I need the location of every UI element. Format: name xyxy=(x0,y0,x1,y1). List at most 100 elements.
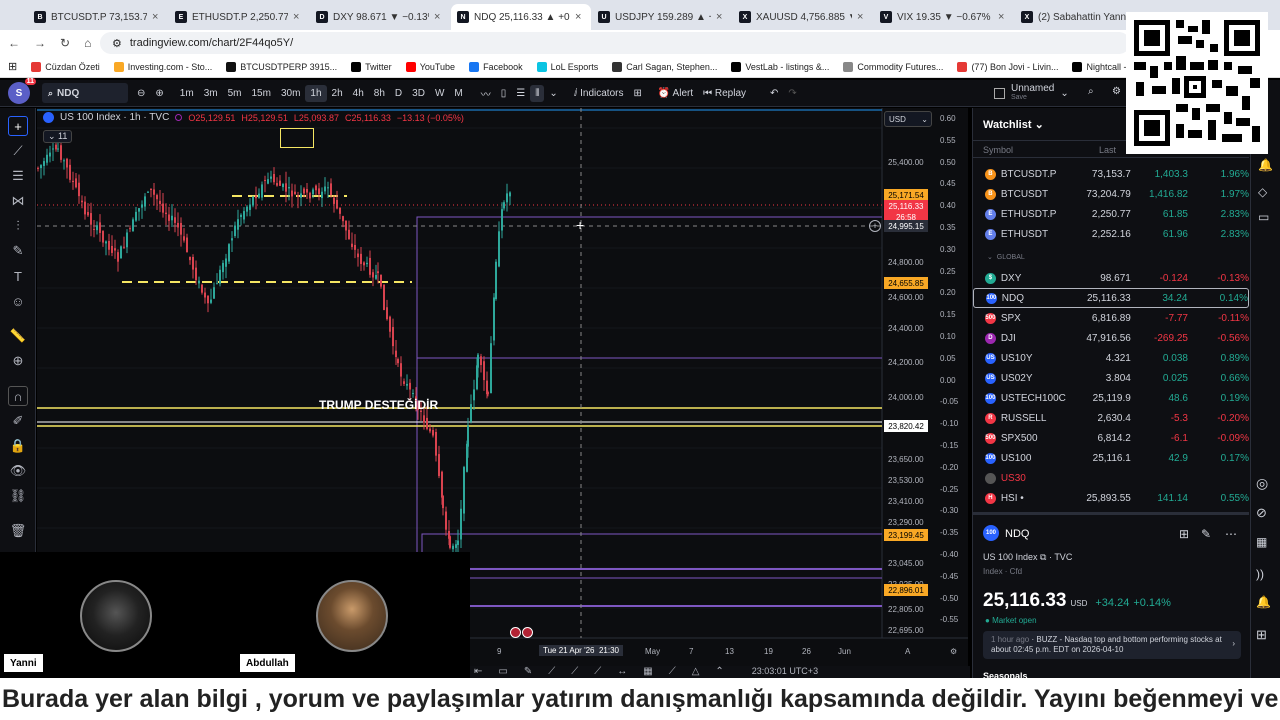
reload-icon[interactable]: ↻ xyxy=(60,36,70,50)
watchlist-row[interactable]: B BTCUSDT.P 73,153.7 1,403.3 1.96% xyxy=(973,164,1249,184)
forward-icon[interactable]: → xyxy=(34,36,46,50)
add-alert-icon[interactable]: + xyxy=(869,220,881,232)
bookmark-item[interactable]: VestLab - listings &... xyxy=(731,61,829,72)
col-symbol[interactable]: Symbol xyxy=(983,145,1013,155)
grid-icon[interactable]: ⊞ xyxy=(1179,527,1189,541)
magnet-icon[interactable]: ∩ xyxy=(8,386,28,406)
timeframe-3D[interactable]: 3D xyxy=(407,85,430,102)
bookmark-item[interactable]: Twitter xyxy=(351,61,392,72)
back-icon[interactable]: ← xyxy=(8,36,20,50)
undo-icon[interactable]: ↶ xyxy=(765,85,783,102)
templates-icon[interactable]: ⊞ xyxy=(628,85,646,102)
browser-tab[interactable]: E ETHUSDT.P 2,250.77 ▲ +2.8... × xyxy=(169,4,309,30)
bookmark-item[interactable]: Investing.com - Sto... xyxy=(113,61,212,72)
timeframe-5m[interactable]: 5m xyxy=(223,85,247,102)
timeframe-2h[interactable]: 2h xyxy=(327,85,348,102)
redo-icon[interactable]: ↷ xyxy=(783,85,801,102)
pencil-lock-icon[interactable]: ✐ xyxy=(8,411,28,431)
close-tab-icon[interactable]: × xyxy=(998,11,1008,23)
watchlist-row[interactable]: US US10Y 4.321 0.038 0.89% xyxy=(973,348,1249,368)
user-avatar[interactable]: S 11 xyxy=(8,78,36,104)
site-info-icon[interactable]: ⚙ xyxy=(112,37,122,50)
forecast-icon[interactable]: ⫶ xyxy=(8,216,28,236)
bookmark-item[interactable]: (77) Bon Jovi - Livin... xyxy=(957,61,1058,72)
symbol-search[interactable]: ⌕ NDQ xyxy=(42,83,128,103)
timeframe-M[interactable]: M xyxy=(449,85,467,102)
compare-icon[interactable]: ⊖ xyxy=(132,85,150,102)
settings-icon[interactable]: ⚙ xyxy=(1112,86,1121,97)
layout-button[interactable]: Unnamed Save ⌄ xyxy=(994,84,1069,102)
edit-icon[interactable]: ✎ xyxy=(1201,527,1211,541)
add-symbol-icon[interactable]: ⊕ xyxy=(150,85,168,102)
brush-icon[interactable]: ✎ xyxy=(8,241,28,261)
news-item[interactable]: 1 hour ago · BUZZ - Nasdaq top and botto… xyxy=(983,631,1241,659)
watchlist-row[interactable]: $ DXY 98.671 -0.124 -0.13% xyxy=(973,268,1249,288)
home-icon[interactable]: ⌂ xyxy=(84,36,91,50)
chart-type-icon[interactable]: ⫴ xyxy=(530,84,545,102)
watchlist-row[interactable]: US US02Y 3.804 0.025 0.66% xyxy=(973,368,1249,388)
broadcast-icon[interactable]: )) xyxy=(1256,567,1264,581)
axis-settings-icon[interactable]: ⚙ xyxy=(950,647,957,656)
watchlist-row[interactable]: E ETHUSDT 2,252.16 61.96 2.83% xyxy=(973,224,1249,244)
trendline-icon[interactable]: ⟋ xyxy=(8,141,28,161)
section-global[interactable]: ⌄ GLOBAL xyxy=(987,253,1025,261)
compass-icon[interactable]: ⊘ xyxy=(1256,505,1267,521)
watchlist-row[interactable]: H HSI • 25,893.55 141.14 0.55% xyxy=(973,488,1249,508)
close-tab-icon[interactable]: × xyxy=(293,11,303,23)
zoom-icon[interactable]: ⊕ xyxy=(8,351,28,371)
browser-tab[interactable]: X XAUUSD 4,756.885 ▼ −0.6... × xyxy=(733,4,873,30)
bookmark-item[interactable]: Cüzdan Özeti xyxy=(31,61,100,72)
chart-type-line-icon[interactable]: 〰 xyxy=(476,83,496,104)
watchlist-row[interactable]: E ETHUSDT.P 2,250.77 61.85 2.83% xyxy=(973,204,1249,224)
currency-select[interactable]: USD ⌄ xyxy=(884,111,932,127)
text-icon[interactable]: T xyxy=(8,266,28,286)
browser-tab[interactable]: V VIX 19.35 ▼ −0.67% Unna... × xyxy=(874,4,1014,30)
timeframe-W[interactable]: W xyxy=(430,85,449,102)
eye-icon[interactable]: 👁 xyxy=(8,461,28,481)
bookmark-item[interactable]: Facebook xyxy=(469,61,523,72)
link-icon[interactable]: ⛓ xyxy=(8,486,28,506)
watchlist-row[interactable]: B BTCUSDT 73,204.79 1,416.82 1.97% xyxy=(973,184,1249,204)
emoji-icon[interactable]: ☺ xyxy=(8,291,28,311)
calendar-icon[interactable]: ▦ xyxy=(1256,535,1267,549)
notification-icon[interactable]: 🔔 xyxy=(1256,595,1271,609)
layers-icon[interactable]: ◇ xyxy=(1258,185,1267,199)
chevron-down-icon[interactable]: ⌄ xyxy=(544,85,562,102)
apps-icon[interactable]: ⊞ xyxy=(8,60,17,73)
watchlist-row[interactable]: US30 xyxy=(973,468,1249,488)
close-tab-icon[interactable]: × xyxy=(857,11,867,23)
browser-tab[interactable]: U USDJPY 159.289 ▲ +0.23%... × xyxy=(592,4,732,30)
timeframe-4h[interactable]: 4h xyxy=(348,85,369,102)
bookmark-item[interactable]: YouTube xyxy=(405,61,455,72)
bookmark-item[interactable]: BTCUSDTPERP 3915... xyxy=(226,61,337,72)
crosshair-icon[interactable]: + xyxy=(8,116,28,136)
url-input[interactable]: ⚙ tradingview.com/chart/2F44qo5Y/ xyxy=(100,32,1130,54)
lock-icon[interactable]: 🔒 xyxy=(8,436,28,456)
close-tab-icon[interactable]: × xyxy=(434,11,444,23)
target-icon[interactable]: ◎ xyxy=(1256,475,1268,492)
chat-icon[interactable]: ▭ xyxy=(1258,210,1269,224)
trash-icon[interactable]: 🗑 xyxy=(8,521,28,541)
col-last[interactable]: Last xyxy=(1099,145,1116,155)
indicators-button[interactable]: ⅈ Indicators xyxy=(569,85,629,102)
browser-tab[interactable]: D DXY 98.671 ▼ −0.13% Un... × xyxy=(310,4,450,30)
browser-tab[interactable]: B BTCUSDT.P 73,153.7 ▲ +1.9... × xyxy=(28,4,168,30)
replay-button[interactable]: ⏮ Replay xyxy=(698,85,751,102)
pattern-icon[interactable]: ⋈ xyxy=(8,191,28,211)
close-tab-icon[interactable]: × xyxy=(575,11,585,23)
watchlist-row[interactable]: 100 US100 25,116.1 42.9 0.17% xyxy=(973,448,1249,468)
more-icon[interactable]: ⋯ xyxy=(1225,527,1237,541)
search-icon[interactable]: ⌕ xyxy=(1088,86,1094,97)
watchlist-row[interactable]: 500 SPX 6,816.89 -7.77 -0.11% xyxy=(973,308,1249,328)
watchlist-row[interactable]: R RUSSELL 2,630.4 -5.3 -0.20% xyxy=(973,408,1249,428)
timeframe-8h[interactable]: 8h xyxy=(369,85,390,102)
timeframe-15m[interactable]: 15m xyxy=(247,85,276,102)
ruler-icon[interactable]: 📏 xyxy=(8,326,28,346)
bookmark-item[interactable]: Carl Sagan, Stephen... xyxy=(612,61,717,72)
fib-icon[interactable]: ☰ xyxy=(8,166,28,186)
candles-icon[interactable]: ▯ xyxy=(496,85,512,102)
browser-tab[interactable]: N NDQ 25,116.33 ▲ +0.14%... × xyxy=(451,4,591,30)
alert-button[interactable]: ⏰ Alert xyxy=(653,85,698,102)
axis-auto-button[interactable]: A xyxy=(905,647,910,656)
timeframe-D[interactable]: D xyxy=(390,85,407,102)
